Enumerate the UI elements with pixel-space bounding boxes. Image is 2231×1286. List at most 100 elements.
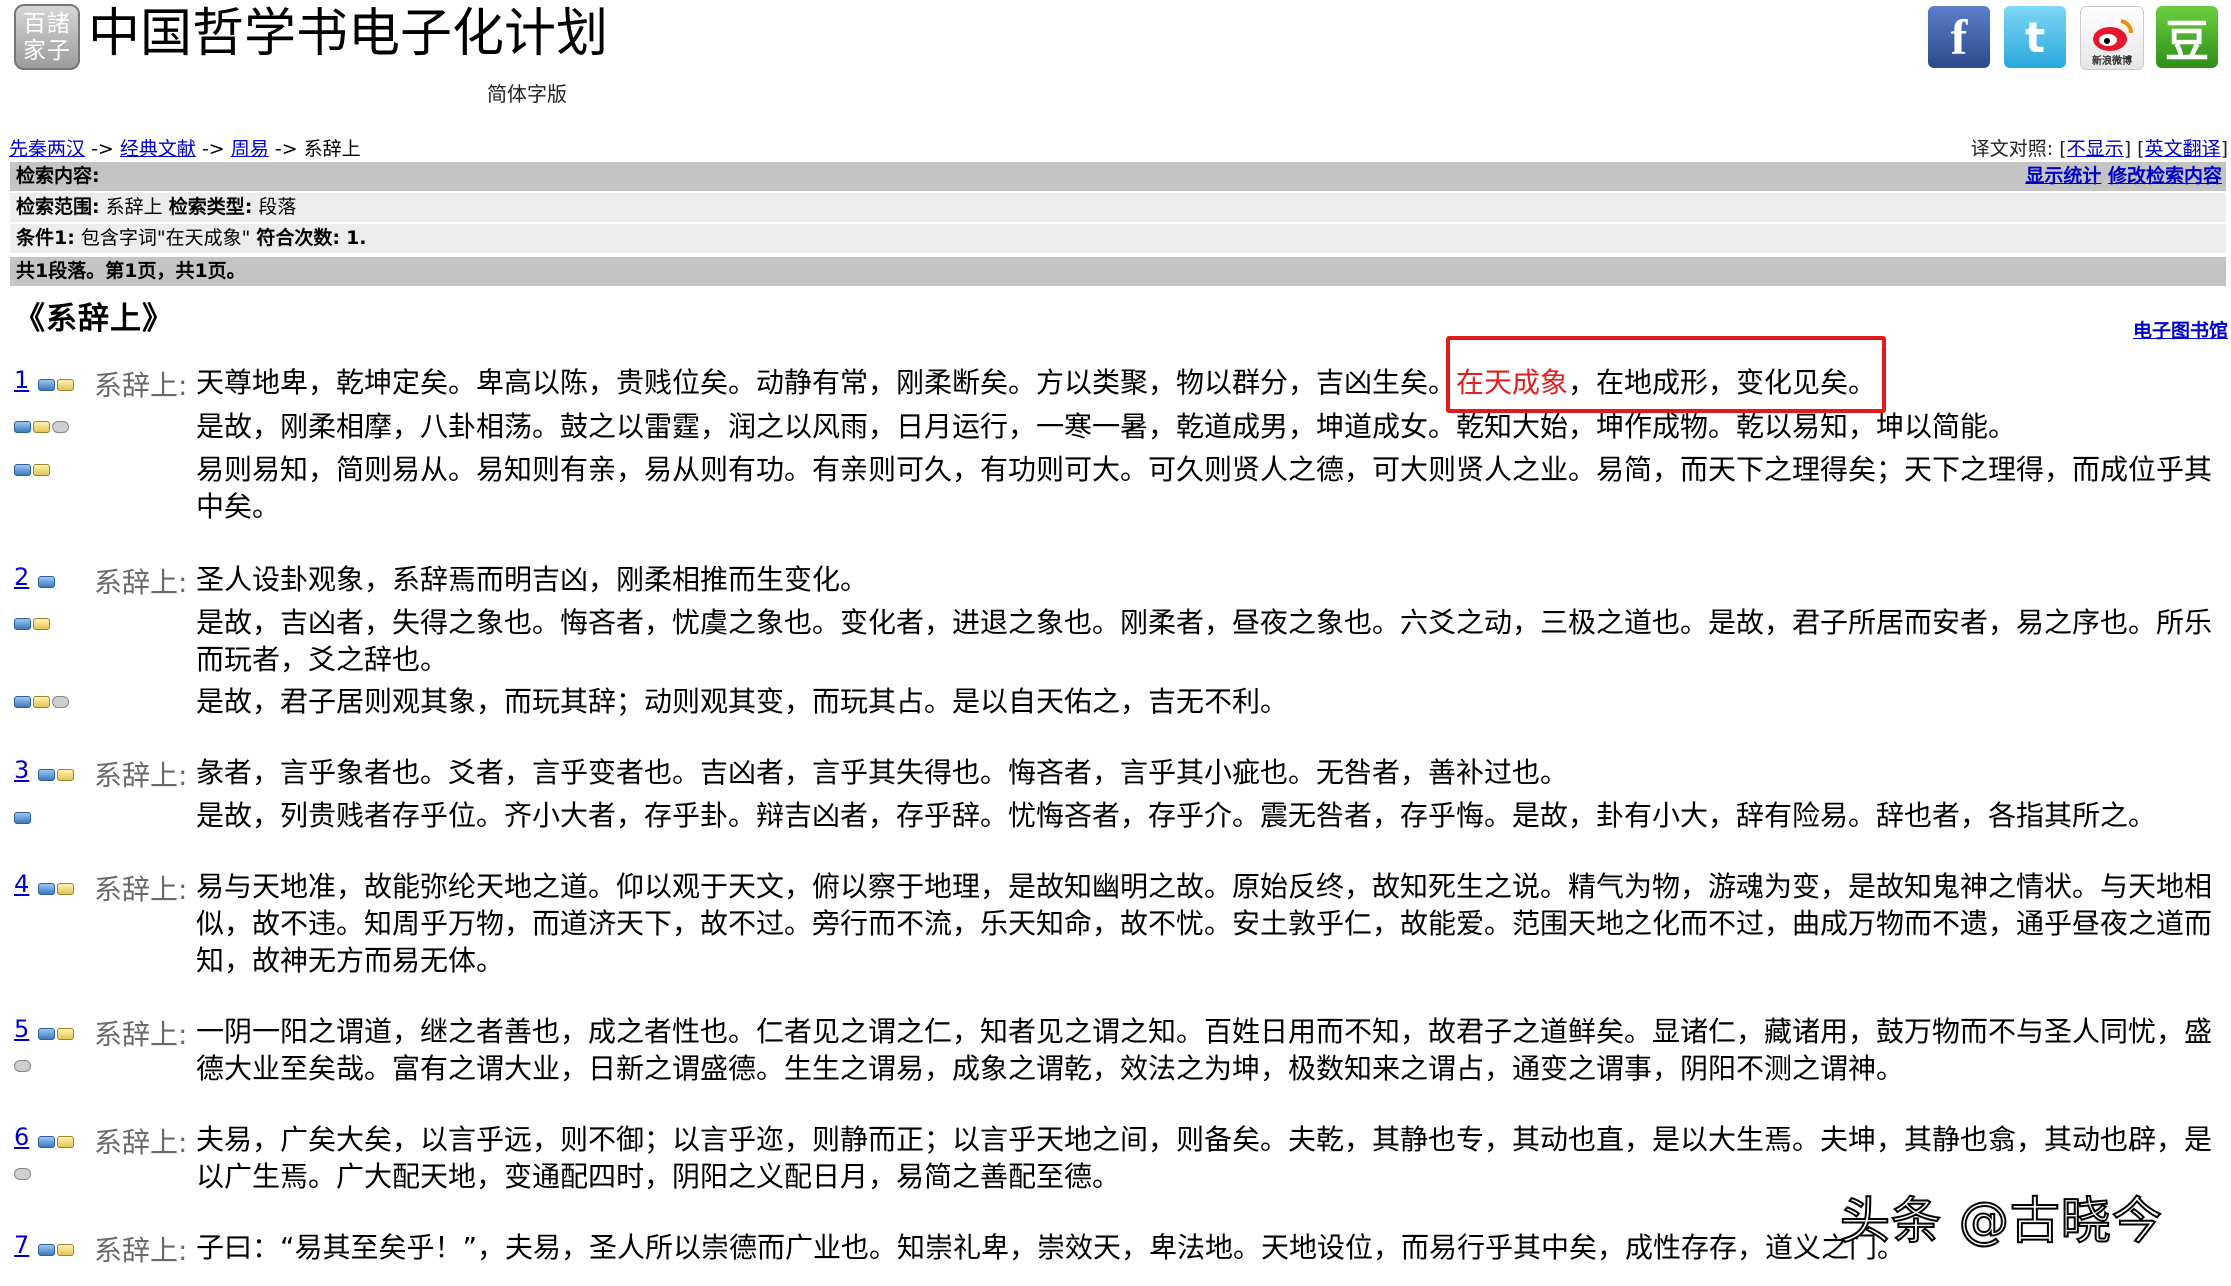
modify-search-link[interactable]: 修改检索内容 [2108,165,2222,187]
breadcrumb-current: 系辞上 [303,138,361,160]
passage-line: 圣人设卦观象，系辞焉而明吉凶，刚柔相推而生变化。 [196,563,869,596]
discussion-icon[interactable] [14,1059,31,1072]
parallel-icon[interactable] [38,378,55,391]
passage-line: 是故，刚柔相摩，八卦相荡。鼓之以雷霆，润之以风雨，日月运行，一寒一暑，乾道成男，… [196,410,2017,443]
site-logo[interactable]: 百諸家子 [14,4,80,70]
passage-label: 系辞上: [94,1126,188,1159]
passage-tools-extra [14,1058,33,1072]
douban-icon[interactable]: 豆 [2156,6,2218,68]
show-stats-link[interactable]: 显示统计 [2025,165,2101,187]
notes-icon[interactable] [57,1243,74,1256]
type-value: 段落 [258,196,297,218]
highlight-box [1446,336,1886,413]
notes-icon[interactable] [57,768,74,781]
passage-line: 是故，君子居则观其象，而玩其辞；动则观其变，而玩其占。是以自天佑之，吉无不利。 [196,685,1289,718]
passage-tools [38,377,76,391]
passage-line: 易则易知，简则易从。易知则有亲，易从则有功。有亲则可久，有功则可大。可久则贤人之… [196,453,2213,523]
line-tools [14,810,33,824]
weibo-logo: 新浪微博 [2092,19,2134,67]
breadcrumb-link-jingdian[interactable]: 经典文献 [120,138,196,160]
line-text: 天尊地卑，乾坤定矣。卑高以陈，贵贱位矣。动静有常，刚柔断矣。方以类聚，物以群分，… [196,366,1457,399]
chapter-title: 《系辞上》 [14,301,174,337]
notes-icon[interactable] [33,463,50,476]
passage-line: 是故，列贵贱者存乎位。齐小大者，存乎卦。辩吉凶者，存乎辞。忧悔吝者，存乎介。震无… [196,799,2157,832]
notes-icon[interactable] [57,1027,74,1040]
passage-number[interactable]: 2 [14,563,29,591]
parallel-icon[interactable] [14,463,31,476]
parallel-icon[interactable] [38,882,55,895]
search-condition-bar: 条件1: 包含字词"在天成象" 符合次数: 1. [10,224,2226,253]
parallel-icon[interactable] [38,575,55,588]
passage-tools [38,881,76,895]
ebook-library-link[interactable]: 电子图书馆 [2133,316,2228,343]
breadcrumb-separator: -> [274,138,298,160]
passage-label: 系辞上: [94,873,188,906]
search-content-label: 检索内容: [16,165,100,187]
notes-icon[interactable] [57,882,74,895]
passage-number[interactable]: 7 [14,1231,29,1259]
breadcrumb-separator: -> [201,138,225,160]
notes-icon[interactable] [33,617,50,630]
edition-label: 简体字版 [487,82,567,106]
watermark: 头条 @古晓今 [1839,1191,2163,1251]
condition-label: 条件1: [16,227,75,249]
passage-tools [38,767,76,781]
translation-hide-link[interactable]: 不显示 [2067,138,2124,160]
breadcrumb-separator: -> [91,138,114,160]
notes-icon[interactable] [57,1135,74,1148]
parallel-icon[interactable] [38,1135,55,1148]
breadcrumb-link-xianqin[interactable]: 先秦两汉 [9,138,85,160]
breadcrumb-link-zhouyi[interactable]: 周易 [231,138,269,160]
passage-line: 是故，吉凶者，失得之象也。悔吝者，忧虞之象也。变化者，进退之象也。刚柔者，昼夜之… [196,606,2213,676]
twitter-icon[interactable]: t [2004,6,2066,68]
passage-line: 天尊地卑，乾坤定矣。卑高以陈，贵贱位矣。动静有常，刚柔断矣。方以类聚，物以群分，… [196,364,2220,401]
line-tools [14,419,71,433]
weibo-icon[interactable]: 新浪微博 [2080,6,2144,70]
passage-number[interactable]: 3 [14,756,29,784]
passage-number[interactable]: 6 [14,1123,29,1151]
search-content-bar: 检索内容: 显示统计 修改检索内容 [10,162,2226,191]
notes-icon[interactable] [57,378,74,391]
parallel-icon[interactable] [38,1027,55,1040]
passage-label: 系辞上: [94,1234,188,1267]
passage-number[interactable]: 1 [14,366,29,394]
matches-label: 符合次数: [256,227,341,249]
passage-line: 彖者，言乎象者也。爻者，言乎变者也。吉凶者，言乎其失得也。悔吝者，言乎其小疵也。… [196,756,1569,789]
parallel-icon[interactable] [14,617,31,630]
discussion-icon[interactable] [52,420,69,433]
notes-icon[interactable] [33,695,50,708]
passage-number[interactable]: 4 [14,870,29,898]
passage-tools [38,1134,76,1148]
parallel-icon[interactable] [14,695,31,708]
passage-number[interactable]: 5 [14,1015,29,1043]
notes-icon[interactable] [33,420,50,433]
scope-value: 系辞上 [105,196,163,218]
passage-line: 易与天地准，故能弥纶天地之道。仰以观于天文，俯以察于地理，是故知幽明之故。原始反… [196,870,2213,977]
passage-tools [38,1242,76,1256]
facebook-icon[interactable]: f [1928,6,1990,68]
parallel-icon[interactable] [38,768,55,781]
condition-value: 包含字词"在天成象" [80,227,251,249]
breadcrumb: 先秦两汉 -> 经典文献 -> 周易 -> 系辞上 [9,134,361,161]
passage-label: 系辞上: [94,1018,188,1051]
parallel-icon[interactable] [14,420,31,433]
type-label: 检索类型: [168,196,253,218]
discussion-icon[interactable] [14,1167,31,1180]
translation-english-link[interactable]: 英文翻译 [2145,138,2221,160]
parallel-icon[interactable] [38,1243,55,1256]
passage-tools [38,574,57,588]
passage-tools [38,1026,76,1040]
scope-label: 检索范围: [16,196,100,218]
translation-options: 译文对照: [不显示] [英文翻译] [1970,138,2228,160]
results-summary: 共1段落。第1页，共1页。 [16,260,246,282]
line-tools [14,616,52,630]
line-tools [14,694,71,708]
discussion-icon[interactable] [52,695,69,708]
passage-label: 系辞上: [94,369,188,402]
site-title[interactable]: 中国哲学书电子化计划 [88,2,608,66]
svg-text:新浪微博: 新浪微博 [2092,54,2132,67]
results-summary-bar: 共1段落。第1页，共1页。 [10,257,2226,286]
passage-label: 系辞上: [94,759,188,792]
passage-tools-extra [14,1166,33,1180]
parallel-icon[interactable] [14,811,31,824]
